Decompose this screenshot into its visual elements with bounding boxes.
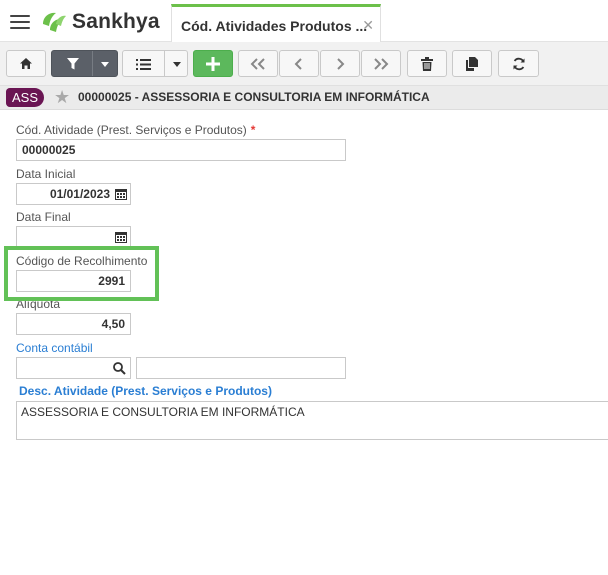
conta-contabil-description-field[interactable] <box>136 357 346 379</box>
desc-atividade-textarea[interactable]: ASSESSORIA E CONSULTORIA EM INFORMÁTICA <box>16 401 608 440</box>
delete-button[interactable] <box>407 50 447 77</box>
tab-cod-atividades[interactable]: Cód. Atividades Produtos ... ✕ <box>171 4 381 42</box>
cod-atividade-field[interactable]: 00000025 <box>16 139 346 161</box>
calendar-icon[interactable] <box>115 188 127 200</box>
logo: Sankhya <box>40 10 160 34</box>
record-header: ASS ★ 00000025 - ASSESSORIA E CONSULTORI… <box>0 86 608 110</box>
plus-icon <box>206 56 220 71</box>
chevron-down-icon[interactable] <box>173 62 181 67</box>
copy-icon <box>466 56 478 71</box>
conta-contabil-code-field[interactable] <box>16 357 131 379</box>
required-marker: * <box>250 123 256 137</box>
refresh-button[interactable] <box>498 50 539 77</box>
top-header: Sankhya Cód. Atividades Produtos ... ✕ <box>0 0 608 42</box>
search-icon[interactable] <box>113 362 126 375</box>
duplicate-button[interactable] <box>452 50 492 77</box>
record-title: 00000025 - ASSESSORIA E CONSULTORIA EM I… <box>78 90 430 104</box>
home-icon <box>20 58 32 69</box>
double-chevron-left-icon <box>250 57 265 70</box>
record-badge: ASS <box>6 88 45 107</box>
home-button[interactable] <box>6 50 46 77</box>
star-icon[interactable]: ★ <box>54 88 70 106</box>
desc-atividade-label: Desc. Atividade (Prest. Serviços e Produ… <box>19 384 272 398</box>
last-record-button[interactable] <box>361 50 401 77</box>
trash-icon <box>421 56 433 71</box>
data-final-field[interactable] <box>16 226 131 248</box>
chevron-left-icon <box>294 57 302 70</box>
previous-record-button[interactable] <box>279 50 319 77</box>
chevron-right-icon <box>337 57 345 70</box>
logo-text: Sankhya <box>72 10 160 33</box>
sankhya-logo-icon <box>43 12 66 32</box>
menu-icon[interactable] <box>10 15 30 31</box>
close-icon[interactable]: ✕ <box>362 17 374 34</box>
tab-label: Cód. Atividades Produtos ... <box>181 18 368 34</box>
data-inicial-label: Data Inicial <box>16 167 76 181</box>
data-inicial-value: 01/01/2023 <box>49 187 110 201</box>
double-chevron-right-icon <box>374 57 389 70</box>
filter-button[interactable] <box>51 50 118 77</box>
aliquota-field[interactable]: 4,50 <box>16 313 131 335</box>
first-record-button[interactable] <box>238 50 278 77</box>
cod-atividade-label-text: Cód. Atividade (Prest. Serviços e Produt… <box>16 123 247 137</box>
data-inicial-field[interactable]: 01/01/2023 <box>16 183 131 205</box>
next-record-button[interactable] <box>320 50 360 77</box>
data-final-label: Data Final <box>16 210 71 224</box>
add-button[interactable] <box>193 50 233 77</box>
list-view-button[interactable] <box>122 50 188 77</box>
list-icon <box>136 59 151 70</box>
refresh-icon <box>513 57 524 70</box>
highlight-box <box>4 246 159 301</box>
toolbar <box>0 42 608 86</box>
calendar-icon[interactable] <box>115 231 127 243</box>
chevron-down-icon[interactable] <box>101 62 109 67</box>
filter-icon <box>67 58 79 70</box>
cod-atividade-label: Cód. Atividade (Prest. Serviços e Produt… <box>16 123 255 137</box>
conta-contabil-label: Conta contábil <box>16 341 93 355</box>
